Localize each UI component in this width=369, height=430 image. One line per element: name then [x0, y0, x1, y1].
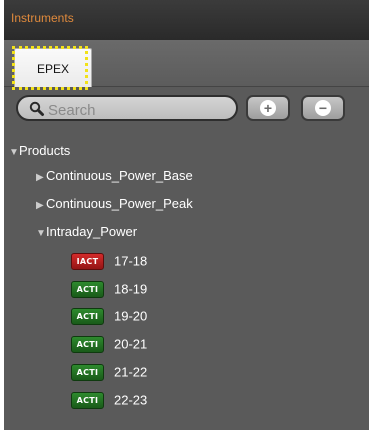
- products-tree: ▼Products ▶ Continuous_Power_Base ▶ Contin…: [4, 131, 369, 430]
- list-item[interactable]: ACTI 20-21: [71, 332, 147, 356]
- tree-node-products[interactable]: ▼Products: [9, 139, 70, 163]
- tree-node-continuous-power-peak[interactable]: ▶ Continuous_Power_Peak: [36, 192, 193, 216]
- status-badge: ACTI: [71, 392, 104, 410]
- status-badge: ACTI: [71, 308, 104, 326]
- tree-node-continuous-power-base[interactable]: ▶ Continuous_Power_Base: [36, 164, 193, 188]
- item-label: 17-18: [114, 253, 148, 269]
- tree-node-label: Continuous_Power_Base: [46, 168, 193, 183]
- expanded-arrow-icon[interactable]: ▼: [36, 222, 46, 246]
- toolbar: + −: [4, 87, 369, 131]
- search-input[interactable]: [46, 98, 235, 122]
- item-label: 19-20: [114, 308, 148, 324]
- tree-node-label: Continuous_Power_Peak: [46, 196, 193, 211]
- panel-title-bar: Instruments: [4, 0, 369, 41]
- panel-title: Instruments: [11, 11, 74, 25]
- search-box[interactable]: [16, 95, 238, 122]
- item-label: 18-19: [114, 281, 148, 297]
- status-badge: IACT: [71, 253, 104, 271]
- add-button[interactable]: +: [246, 95, 290, 121]
- tree-node-intraday-power[interactable]: ▼Intraday_Power: [36, 220, 137, 244]
- list-item[interactable]: ACTI 22-23: [71, 388, 147, 412]
- tab-label: EPEX: [36, 62, 69, 76]
- collapsed-arrow-icon[interactable]: ▶: [36, 166, 46, 190]
- plus-icon: +: [260, 100, 276, 116]
- expanded-arrow-icon[interactable]: ▼: [9, 141, 19, 165]
- item-label: 22-23: [114, 392, 148, 408]
- list-item[interactable]: ACTI 19-20: [71, 304, 147, 328]
- tree-node-label: Products: [19, 143, 71, 158]
- tab-epex[interactable]: EPEX: [14, 48, 92, 89]
- status-badge: ACTI: [71, 364, 104, 382]
- item-label: 20-21: [114, 336, 148, 352]
- search-icon: [29, 101, 44, 116]
- collapsed-arrow-icon[interactable]: ▶: [36, 194, 46, 218]
- minus-icon: −: [315, 100, 331, 116]
- list-item[interactable]: ACTI 18-19: [71, 277, 147, 301]
- tab-strip: EPEX: [4, 40, 369, 89]
- tree-node-label: Intraday_Power: [46, 224, 138, 239]
- status-badge: ACTI: [71, 281, 104, 299]
- status-badge: ACTI: [71, 336, 104, 354]
- remove-button[interactable]: −: [301, 95, 345, 121]
- list-item[interactable]: ACTI 21-22: [71, 360, 147, 384]
- instruments-panel: Instruments EPEX + − ▼Products ▶Continuo…: [4, 0, 369, 430]
- item-label: 21-22: [114, 364, 148, 380]
- list-item[interactable]: IACT 17-18: [71, 249, 147, 273]
